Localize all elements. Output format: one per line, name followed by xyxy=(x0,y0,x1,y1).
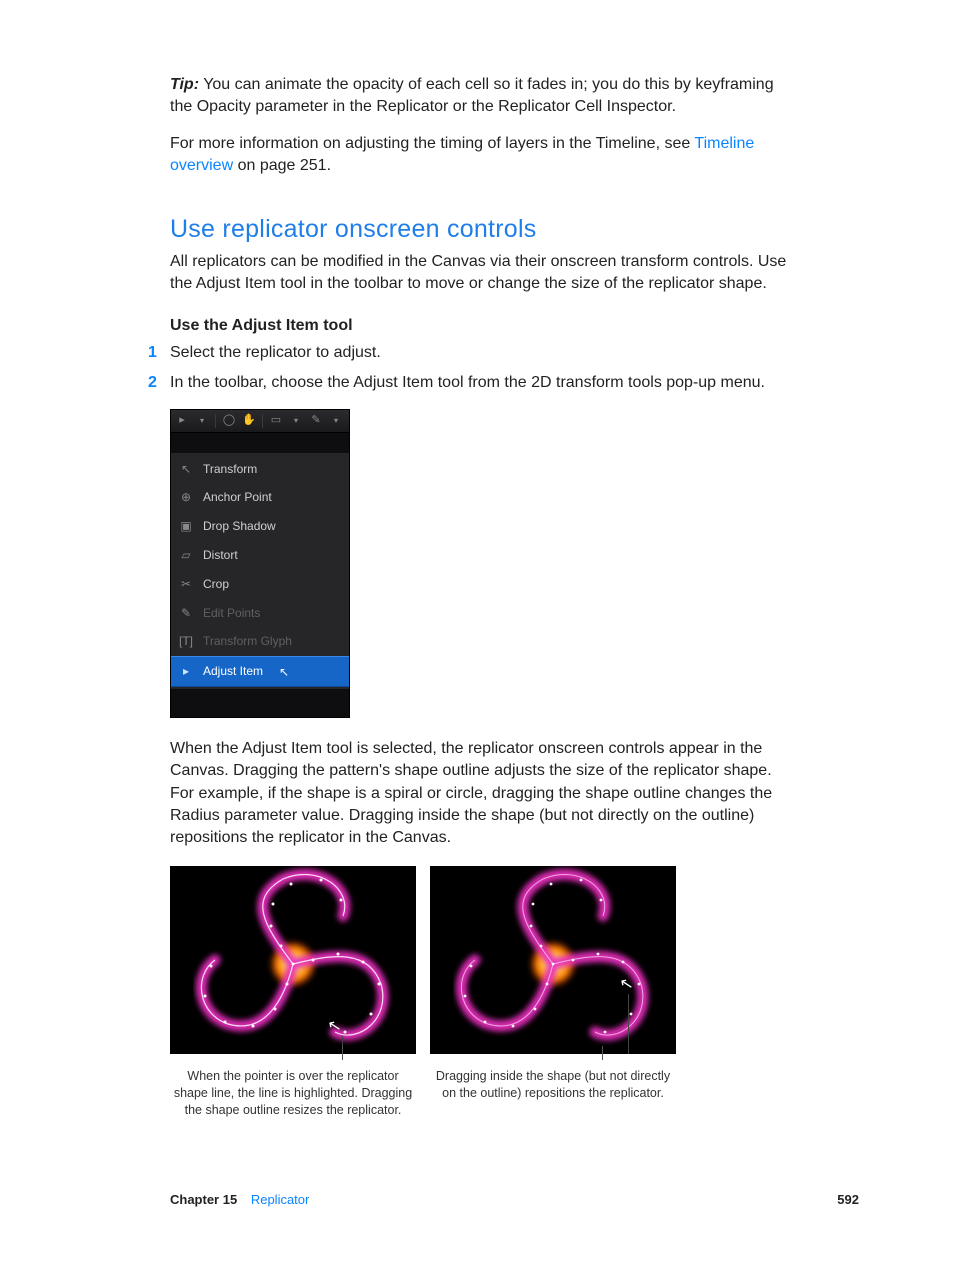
arrow-icon: ▸ xyxy=(179,664,193,678)
orbit-icon[interactable]: ◯ xyxy=(222,414,236,428)
caption-left: When the pointer is over the replicator … xyxy=(170,1060,416,1119)
anchor-icon: ⊕ xyxy=(179,491,193,505)
menu-item-adjust-item[interactable]: ▸ Adjust Item ↖ xyxy=(171,656,349,687)
footer-chapter: Chapter 15 xyxy=(170,1192,237,1207)
timeline-page: 251 xyxy=(300,157,327,174)
page-footer: Chapter 15 Replicator 592 xyxy=(170,1191,859,1209)
menu-item-anchor-point[interactable]: ⊕ Anchor Point xyxy=(171,483,349,512)
menu-item-edit-points: ✎ Edit Points xyxy=(171,599,349,628)
step-1: Select the replicator to adjust. xyxy=(170,342,790,364)
timeline-paragraph: For more information on adjusting the ti… xyxy=(170,133,790,178)
footer-page-number: 592 xyxy=(837,1191,859,1209)
pen-icon: ✎ xyxy=(179,606,193,620)
arrow-icon: ↖ xyxy=(179,462,193,476)
section-intro: All replicators can be modified in the C… xyxy=(170,251,790,296)
hand-icon[interactable]: ✋ xyxy=(242,414,256,428)
dropdown-icon[interactable]: ▾ xyxy=(329,414,343,428)
distort-icon: ▱ xyxy=(179,548,193,562)
caption-right: Dragging inside the shape (but not direc… xyxy=(430,1060,676,1119)
cursor-icon: ↖ xyxy=(279,664,289,681)
timeline-prefix: For more information on adjusting the ti… xyxy=(170,135,694,152)
transform-tools-menu: ▸ ▾ ◯ ✋ ▭ ▾ ✎ ▾ ↖ Transform ⊕ Anchor P xyxy=(170,409,350,718)
menu-item-transform-glyph: [T] Transform Glyph xyxy=(171,627,349,656)
menu-item-drop-shadow[interactable]: ▣ Drop Shadow xyxy=(171,512,349,541)
menu-item-crop[interactable]: ✂ Crop xyxy=(171,570,349,599)
footer-section-link[interactable]: Replicator xyxy=(251,1192,310,1207)
timeline-suffix: on page xyxy=(233,157,300,174)
step-2: In the toolbar, choose the Adjust Item t… xyxy=(170,372,790,394)
crop-icon: ✂ xyxy=(179,577,193,591)
toolbar-row: ▸ ▾ ◯ ✋ ▭ ▾ ✎ ▾ xyxy=(171,410,349,433)
canvas-example-resize: ↖ xyxy=(170,866,416,1054)
sub-heading: Use the Adjust Item tool xyxy=(170,315,790,337)
tip-body: You can animate the opacity of each cell… xyxy=(170,76,774,115)
menu-item-transform[interactable]: ↖ Transform xyxy=(171,455,349,484)
canvas-example-reposition: ↖ xyxy=(430,866,676,1054)
after-menu-paragraph: When the Adjust Item tool is selected, t… xyxy=(170,738,790,850)
glyph-icon: [T] xyxy=(179,635,193,649)
dropdown-icon[interactable]: ▾ xyxy=(195,414,209,428)
tip-paragraph: Tip: You can animate the opacity of each… xyxy=(170,74,790,119)
dropdown-icon[interactable]: ▾ xyxy=(289,414,303,428)
mask-icon[interactable]: ▭ xyxy=(269,414,283,428)
pointer-tool-icon[interactable]: ▸ xyxy=(175,414,189,428)
shadow-icon: ▣ xyxy=(179,520,193,534)
tip-label: Tip: xyxy=(170,76,199,93)
menu-item-distort[interactable]: ▱ Distort xyxy=(171,541,349,570)
section-title: Use replicator onscreen controls xyxy=(170,212,790,247)
brush-icon[interactable]: ✎ xyxy=(309,414,323,428)
